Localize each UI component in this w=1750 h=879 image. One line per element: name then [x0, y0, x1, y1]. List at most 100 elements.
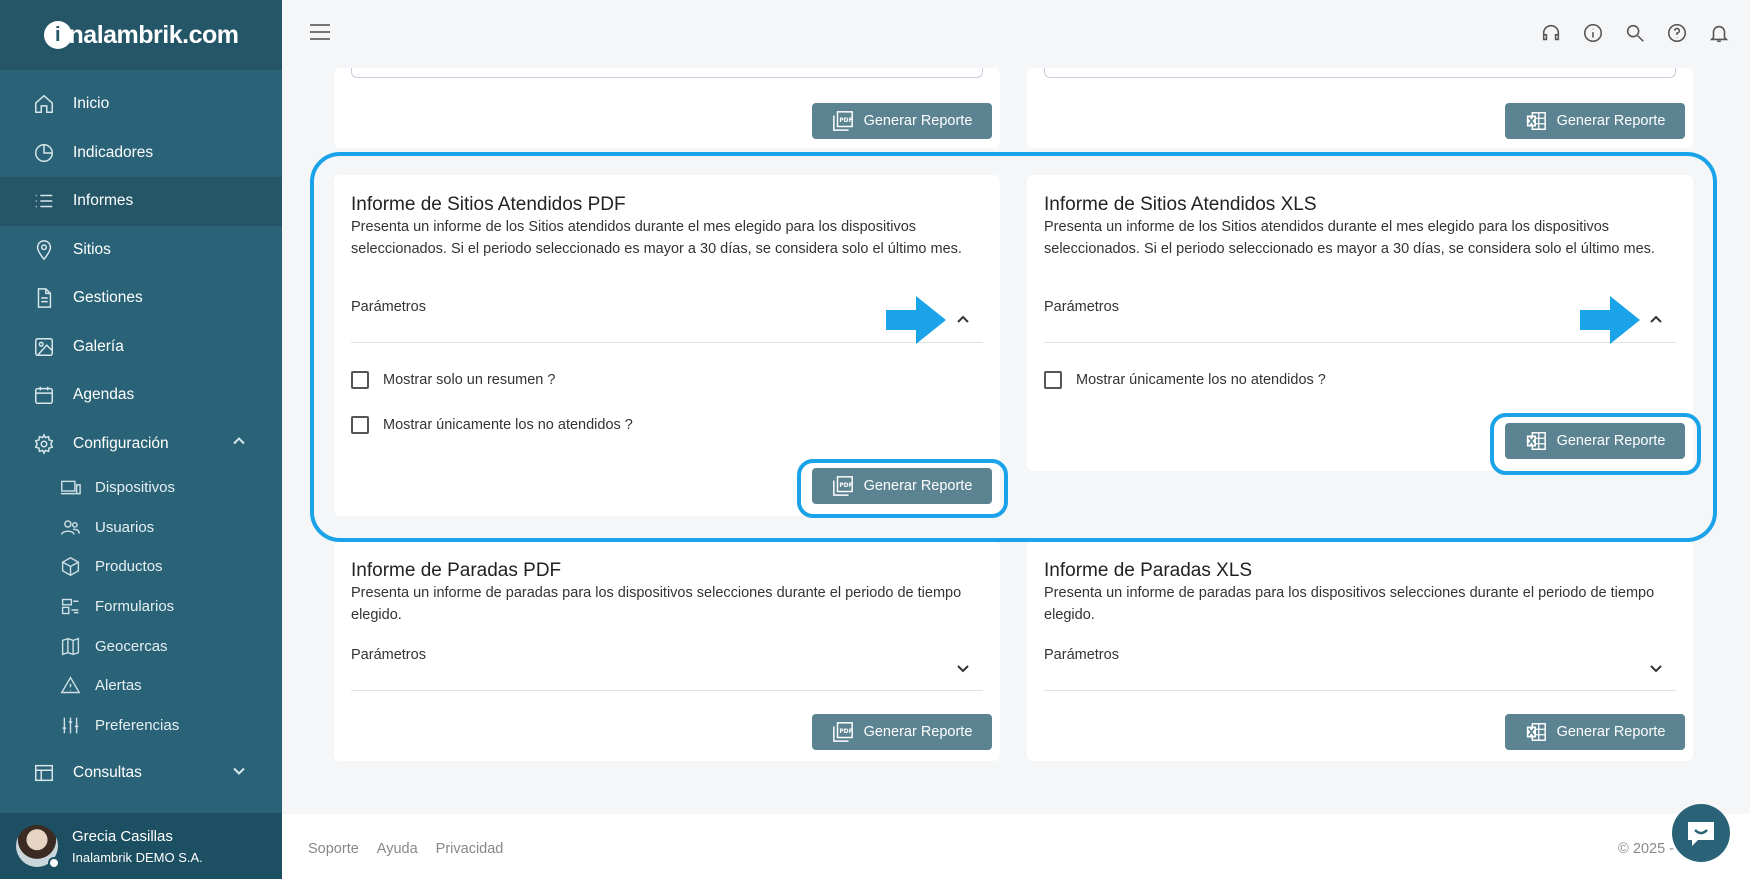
user-name: Grecia Casillas: [72, 827, 173, 845]
sidebar-item-label: Informes: [73, 192, 134, 210]
search-icon[interactable]: [1624, 22, 1646, 49]
highlight-button-xls: [1490, 413, 1701, 475]
footer-link-privacidad[interactable]: Privacidad: [436, 841, 504, 857]
generate-report-button[interactable]: Generar Reporte: [1505, 714, 1685, 750]
chevron-down-icon: [956, 661, 970, 680]
card-title: Informe de Paradas PDF: [351, 560, 562, 581]
map-icon: [58, 635, 82, 657]
calendar-icon: [32, 383, 56, 407]
chevron-down-icon: [1649, 661, 1663, 680]
sidebar-item-label: Agendas: [73, 386, 135, 404]
pie-chart-icon: [32, 141, 56, 165]
chevron-down-icon: [232, 764, 246, 783]
sidebar-item-formularios[interactable]: Formularios: [0, 587, 282, 627]
bell-icon[interactable]: [1708, 22, 1730, 49]
footer: Soporte Ayuda Privacidad © 2025 -: [282, 814, 1750, 879]
sidebar-item-consultas[interactable]: Consultas: [0, 749, 282, 798]
report-card-top-left: PDF Generar Reporte: [334, 68, 1000, 148]
sidebar-item-indicadores[interactable]: Indicadores: [0, 129, 282, 178]
logo-text: nalambrik.com: [68, 20, 239, 49]
sidebar-item-label: Sitios: [73, 240, 111, 258]
headset-icon[interactable]: [1540, 22, 1562, 49]
footer-link-soporte[interactable]: Soporte: [308, 841, 359, 857]
config-submenu: Dispositivos Usuarios Productos Formular…: [0, 468, 282, 745]
sidebar-item-usuarios[interactable]: Usuarios: [0, 508, 282, 548]
user-org: Inalambrik DEMO S.A.: [72, 849, 203, 865]
table-icon: [32, 761, 56, 785]
sidebar-item-label: Indicadores: [73, 143, 154, 161]
sidebar-item-configuracion[interactable]: Configuración: [0, 420, 282, 469]
brand-logo[interactable]: i nalambrik.com: [43, 20, 239, 50]
parameters-label: Parámetros: [1044, 647, 1119, 663]
home-icon: [32, 92, 56, 116]
sidebar-item-preferencias[interactable]: Preferencias: [0, 706, 282, 746]
warning-icon: [58, 675, 82, 697]
sidebar-item-productos[interactable]: Productos: [0, 547, 282, 587]
pdf-icon: PDF: [832, 722, 853, 742]
sidebar-item-sitios[interactable]: Sitios: [0, 226, 282, 275]
sidebar-subitem-label: Formularios: [95, 598, 175, 616]
sidebar-item-agendas[interactable]: Agendas: [0, 371, 282, 420]
input-field-bottom: [1044, 68, 1676, 78]
chevron-up-icon: [232, 434, 246, 453]
list-icon: [32, 189, 56, 213]
highlight-button-pdf: [797, 459, 1008, 518]
input-field-bottom: [351, 68, 983, 78]
chat-button[interactable]: [1672, 804, 1730, 862]
sidebar-subitem-label: Productos: [95, 558, 163, 576]
status-dot: [48, 857, 60, 869]
devices-icon: [58, 477, 82, 499]
parameters-label: Parámetros: [351, 647, 426, 663]
report-card-top-right: Generar Reporte: [1027, 68, 1693, 148]
button-label: Generar Reporte: [1556, 113, 1666, 129]
box-icon: [58, 556, 82, 578]
card-title: Informe de Paradas XLS: [1044, 560, 1253, 581]
generate-report-button[interactable]: PDF Generar Reporte: [812, 714, 992, 750]
arrow-right-icon: [886, 296, 946, 344]
report-card-paradas-xls: Informe de Paradas XLS Presenta un infor…: [1027, 542, 1693, 761]
generate-report-button[interactable]: Generar Reporte: [1505, 103, 1685, 139]
sidebar-item-label: Inicio: [73, 95, 110, 113]
sidebar-item-label: Consultas: [73, 764, 142, 782]
sidebar-item-gestiones[interactable]: Gestiones: [0, 274, 282, 323]
menu-toggle-icon[interactable]: [310, 24, 330, 45]
topbar: [282, 0, 1750, 68]
avatar: [16, 825, 60, 869]
sidebar-item-inicio[interactable]: Inicio: [0, 80, 282, 129]
svg-text:PDF: PDF: [839, 728, 852, 735]
sidebar-item-geocercas[interactable]: Geocercas: [0, 626, 282, 666]
user-profile[interactable]: Grecia Casillas Inalambrik DEMO S.A.: [0, 813, 282, 879]
footer-link-ayuda[interactable]: Ayuda: [377, 841, 418, 857]
excel-icon: [1526, 112, 1546, 130]
sidebar-nav: Inicio Indicadores Informes Sitios Gesti…: [0, 70, 282, 468]
sidebar-item-label: Gestiones: [73, 289, 143, 307]
sidebar: i nalambrik.com Inicio Indicadores Infor…: [0, 0, 282, 879]
sliders-icon: [58, 714, 82, 736]
excel-icon: [1526, 723, 1546, 741]
pdf-icon: PDF: [832, 111, 853, 131]
image-icon: [32, 335, 56, 359]
sidebar-subitem-label: Alertas: [95, 677, 142, 695]
parameters-toggle[interactable]: Parámetros: [1044, 647, 1676, 691]
document-icon: [32, 286, 56, 310]
sidebar-item-galeria[interactable]: Galería: [0, 323, 282, 372]
topbar-icons: [1540, 22, 1730, 49]
info-icon[interactable]: [1582, 22, 1604, 49]
sidebar-item-dispositivos[interactable]: Dispositivos: [0, 468, 282, 508]
arrow-right-icon: [1580, 296, 1640, 344]
location-pin-icon: [32, 238, 56, 262]
button-label: Generar Reporte: [863, 724, 973, 740]
report-card-paradas-pdf: Informe de Paradas PDF Presenta un infor…: [334, 542, 1000, 761]
svg-text:PDF: PDF: [839, 117, 852, 124]
sidebar-item-alertas[interactable]: Alertas: [0, 666, 282, 706]
help-icon[interactable]: [1666, 22, 1688, 49]
sidebar-item-label: Configuración: [73, 434, 169, 452]
card-description: Presenta un informe de paradas para los …: [1044, 585, 1655, 623]
sidebar-item-informes[interactable]: Informes: [0, 177, 282, 226]
sidebar-subitem-label: Usuarios: [95, 518, 155, 536]
generate-report-button[interactable]: PDF Generar Reporte: [812, 103, 992, 139]
gear-icon: [32, 432, 56, 456]
parameters-toggle[interactable]: Parámetros: [351, 647, 983, 691]
copyright: © 2025 -: [1618, 841, 1674, 857]
users-icon: [58, 516, 82, 538]
